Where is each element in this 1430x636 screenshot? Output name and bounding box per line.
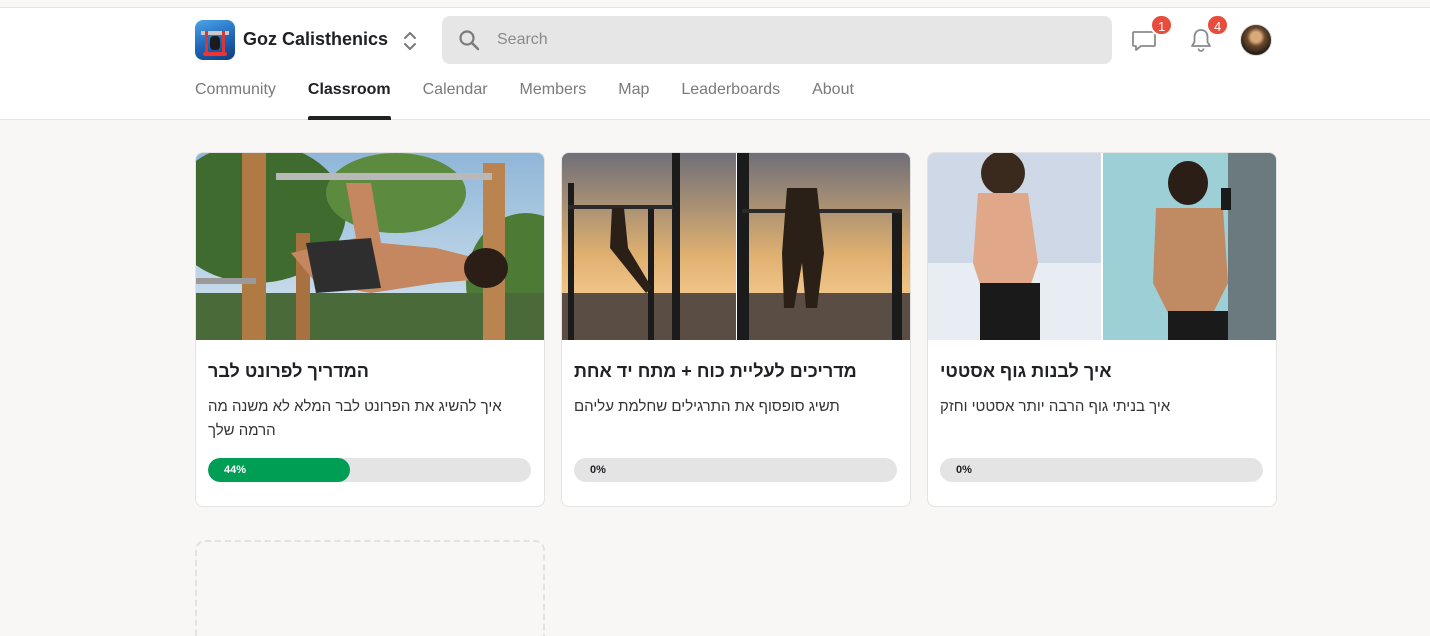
tab-community[interactable]: Community [195, 78, 276, 120]
course-description: תשיג סופסוף את התרגילים שחלמת עליהם [574, 398, 840, 415]
course-progress-bar: 0% [574, 458, 897, 482]
tab-calendar[interactable]: Calendar [423, 78, 488, 120]
course-title: מדריכים לעליית כוח + מתח יד אחת [574, 361, 857, 381]
course-title: המדריך לפרונט לבר [208, 361, 369, 381]
course-progress-bar: 0% [940, 458, 1263, 482]
course-card[interactable]: מדריכים לעליית כוח + מתח יד אחת תשיג סופ… [561, 152, 911, 507]
course-description: איך להשיג את הפרונט לבר המלא לא משנה מה … [208, 398, 502, 439]
tab-classroom[interactable]: Classroom [307, 78, 391, 120]
search-icon [459, 30, 480, 51]
header: Goz Calisthenics 1 4 Community Classroom… [0, 8, 1430, 120]
tab-about[interactable]: About [812, 78, 854, 120]
nav-tabs: Community Classroom Calendar Members Map… [195, 78, 854, 120]
course-card[interactable]: המדריך לפרונט לבר איך להשיג את הפרונט לב… [195, 152, 545, 507]
course-title: איך לבנות גוף אסטטי [940, 361, 1112, 381]
course-card[interactable]: איך לבנות גוף אסטטי איך בניתי גוף הרבה י… [927, 152, 1277, 507]
tab-map[interactable]: Map [618, 78, 649, 120]
progress-label: 0% [956, 464, 972, 476]
course-thumbnail [928, 153, 1276, 340]
tab-members[interactable]: Members [520, 78, 587, 120]
community-logo[interactable] [195, 20, 235, 60]
progress-label: 44% [224, 464, 247, 476]
course-thumbnail [196, 153, 544, 340]
course-thumbnail [562, 153, 910, 340]
course-description: איך בניתי גוף הרבה יותר אסטטי וחזק [940, 398, 1171, 415]
notifications-badge: 4 [1206, 14, 1230, 36]
chevron-up-down-icon[interactable] [400, 29, 420, 53]
search-input[interactable] [497, 26, 1097, 54]
tab-leaderboards[interactable]: Leaderboards [681, 78, 780, 120]
chat-badge: 1 [1150, 14, 1174, 36]
progress-label: 0% [590, 464, 606, 476]
add-course-placeholder[interactable] [195, 540, 545, 636]
user-avatar[interactable] [1240, 24, 1272, 56]
community-name[interactable]: Goz Calisthenics [243, 29, 388, 50]
course-progress-bar: 44% [208, 458, 531, 482]
